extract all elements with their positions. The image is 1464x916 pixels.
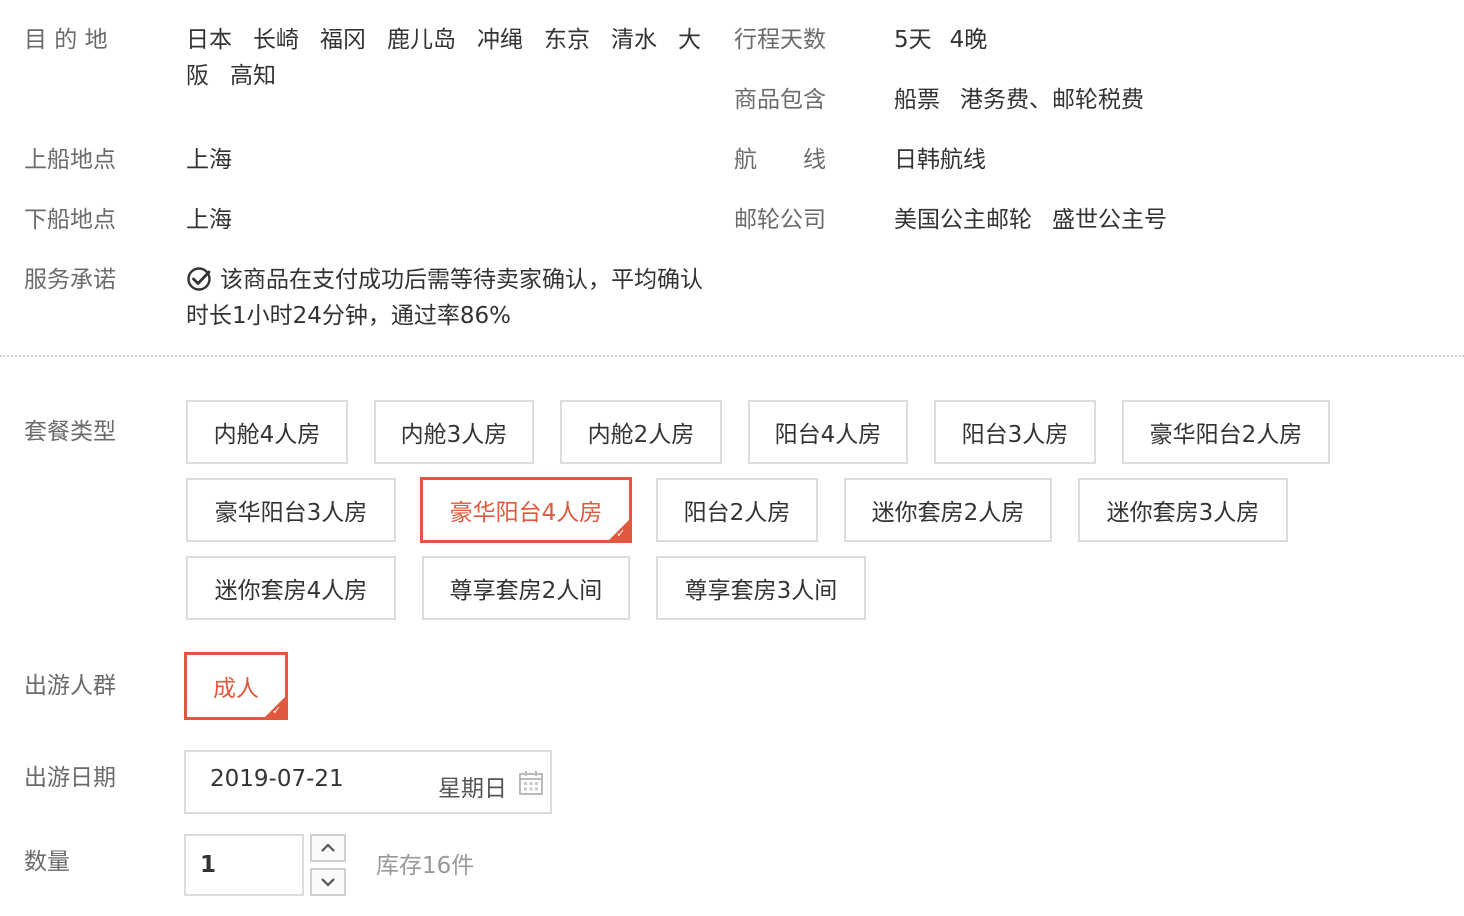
include-item: 船票 (894, 87, 940, 113)
package-option[interactable]: 内舱2人房 (560, 400, 722, 464)
destination-list-continued: 阪高知 (186, 58, 297, 94)
date-value: 2019-07-21 (210, 766, 344, 792)
destination-item: 鹿儿岛 (387, 27, 456, 53)
cruise-company-value: 美国公主邮轮 盛世公主号 (894, 202, 1187, 238)
package-option-label: 阳台3人房 (961, 422, 1069, 448)
trip-days-value: 5天 4晚 (894, 22, 987, 58)
quantity-input[interactable]: 1 (184, 834, 304, 896)
package-option[interactable]: 迷你套房4人房 (186, 556, 396, 620)
include-item: 港务费、邮轮税费 (960, 87, 1144, 113)
package-option[interactable]: 内舱3人房 (374, 400, 534, 464)
package-option-selected[interactable]: 豪华阳台4人房 ✓ (420, 477, 632, 543)
package-option-label: 迷你套房3人房 (1106, 500, 1260, 526)
package-option[interactable]: 阳台3人房 (934, 400, 1096, 464)
check-icon: ✓ (272, 704, 282, 717)
package-option-label: 内舱2人房 (587, 422, 695, 448)
chevron-up-icon (321, 843, 335, 852)
cruise-company-label: 邮轮公司 (734, 207, 826, 233)
traveler-group-label: 出游人群 (24, 673, 116, 699)
destination-item: 福冈 (320, 27, 366, 53)
package-option[interactable]: 迷你套房3人房 (1078, 478, 1288, 542)
quantity-value: 1 (200, 852, 217, 878)
destination-label: 目 的 地 (24, 27, 108, 53)
package-option-label: 内舱3人房 (400, 422, 508, 448)
trip-days-label: 行程天数 (734, 27, 826, 53)
weekday-value: 星期日 (438, 776, 507, 802)
destination-item: 长崎 (253, 27, 299, 53)
date-picker[interactable]: 2019-07-21 星期日 (184, 750, 552, 814)
package-option-label: 内舱4人房 (213, 422, 321, 448)
destination-item: 大 (678, 27, 701, 53)
travel-date-label: 出游日期 (24, 765, 116, 791)
destination-list: 日本 长崎 福冈 鹿儿岛 冲绳 东京 清水大 (186, 22, 722, 58)
section-divider (0, 355, 1464, 357)
package-option-label: 豪华阳台2人房 (1149, 422, 1303, 448)
package-option-label: 迷你套房2人房 (871, 500, 1025, 526)
package-option-label: 阳台2人房 (683, 500, 791, 526)
includes-value: 船票 港务费、邮轮税费 (894, 82, 1164, 118)
calendar-icon[interactable] (518, 770, 544, 796)
destination-item: 冲绳 (477, 27, 523, 53)
service-promise-text: 该商品在支付成功后需等待卖家确认，平均确认时长1小时24分钟，通过率86% (186, 267, 703, 329)
package-type-label: 套餐类型 (24, 419, 116, 445)
boarding-label: 上船地点 (24, 147, 116, 173)
ship-name: 盛世公主号 (1052, 207, 1167, 233)
destination-item: 清水 (611, 27, 657, 53)
check-circle-icon (186, 266, 212, 292)
package-option[interactable]: 迷你套房2人房 (844, 478, 1052, 542)
includes-label: 商品包含 (734, 87, 826, 113)
package-option[interactable]: 阳台2人房 (656, 478, 818, 542)
nights-count: 4晚 (949, 27, 988, 53)
service-promise-label: 服务承诺 (24, 267, 116, 293)
package-option-label: 豪华阳台4人房 (449, 500, 603, 526)
package-option-label: 尊享套房2人间 (449, 578, 603, 604)
traveler-group-option-selected[interactable]: 成人 ✓ (184, 652, 288, 720)
package-option[interactable]: 豪华阳台3人房 (186, 478, 396, 542)
quantity-label: 数量 (24, 849, 70, 875)
package-option[interactable]: 阳台4人房 (748, 400, 908, 464)
destination-item: 阪 (186, 63, 209, 89)
service-promise: 该商品在支付成功后需等待卖家确认，平均确认时长1小时24分钟，通过率86% (186, 262, 716, 334)
chevron-down-icon (321, 878, 335, 887)
package-option-label: 阳台4人房 (774, 422, 882, 448)
package-option-label: 迷你套房4人房 (214, 578, 368, 604)
boarding-value: 上海 (186, 147, 232, 173)
destination-item: 东京 (544, 27, 590, 53)
package-option[interactable]: 内舱4人房 (186, 400, 348, 464)
company-name: 美国公主邮轮 (894, 207, 1032, 233)
alighting-value: 上海 (186, 207, 232, 233)
destination-item: 高知 (230, 63, 276, 89)
package-option[interactable]: 尊享套房3人间 (656, 556, 866, 620)
traveler-group-option-label: 成人 (213, 676, 259, 702)
alighting-label: 下船地点 (24, 207, 116, 233)
package-option-label: 豪华阳台3人房 (214, 500, 368, 526)
quantity-decrease-button[interactable] (310, 868, 346, 896)
days-count: 5天 (894, 27, 932, 53)
route-label: 航 线 (734, 147, 826, 173)
route-value: 日韩航线 (894, 147, 986, 173)
quantity-increase-button[interactable] (310, 834, 346, 862)
destination-item: 日本 (186, 27, 232, 53)
check-icon: ✓ (616, 527, 626, 540)
package-option[interactable]: 尊享套房2人间 (422, 556, 630, 620)
package-option[interactable]: 豪华阳台2人房 (1122, 400, 1330, 464)
stock-count: 库存16件 (376, 853, 475, 879)
package-option-label: 尊享套房3人间 (684, 578, 838, 604)
